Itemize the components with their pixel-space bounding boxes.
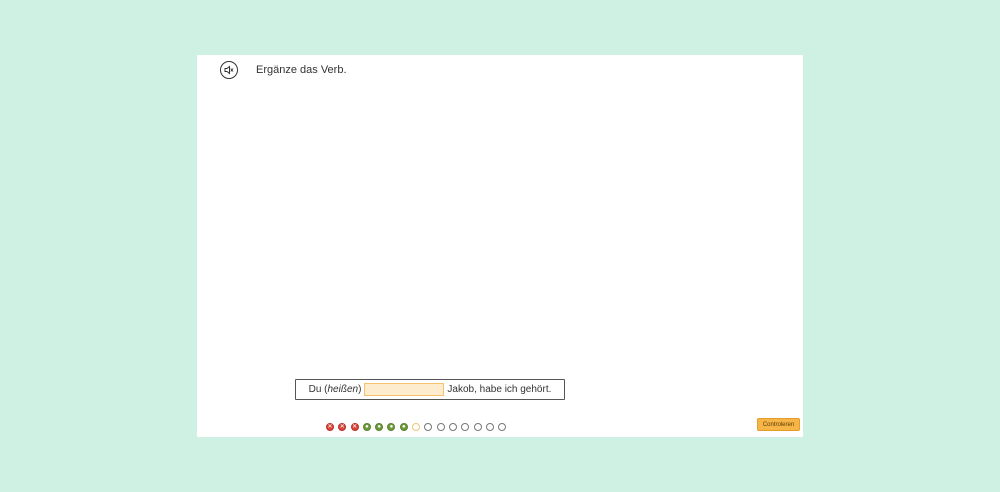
sentence-box: Du (heißen) Jakob, habe ich gehört. xyxy=(295,379,565,400)
check-button[interactable]: Controleren xyxy=(757,418,800,431)
progress-indicator: ✕ ✕ ✕ ● ● ● ● xyxy=(326,423,507,431)
progress-dot-pending xyxy=(473,423,482,431)
progress-dot-correct: ● xyxy=(375,423,384,431)
progress-dot-wrong: ✕ xyxy=(338,423,347,431)
sentence-rest: Jakob, habe ich gehört. xyxy=(447,384,552,395)
progress-dot-pending xyxy=(436,423,445,431)
exercise-card: Ergänze das Verb. Du (heißen) Jakob, hab… xyxy=(197,55,803,437)
progress-dot-wrong: ✕ xyxy=(326,423,334,431)
speaker-mute-icon xyxy=(224,65,234,75)
answer-input[interactable] xyxy=(364,383,445,396)
progress-dot-pending xyxy=(424,423,433,431)
progress-dot-correct: ● xyxy=(387,423,396,431)
sentence-start: Du ( xyxy=(308,384,328,395)
audio-button[interactable] xyxy=(220,61,238,79)
progress-dot-correct: ● xyxy=(399,423,408,431)
verb-hint: heißen xyxy=(327,384,359,395)
progress-dot-wrong: ✕ xyxy=(350,423,359,431)
progress-dot-pending xyxy=(448,423,457,431)
progress-dot-pending xyxy=(498,423,507,431)
instruction-text: Ergänze das Verb. xyxy=(256,64,347,76)
progress-dot-pending xyxy=(461,423,470,431)
progress-dot-pending xyxy=(485,423,494,431)
progress-dot-correct: ● xyxy=(362,423,371,431)
progress-dot-current xyxy=(412,423,421,431)
sentence-paren: ) xyxy=(358,384,362,395)
